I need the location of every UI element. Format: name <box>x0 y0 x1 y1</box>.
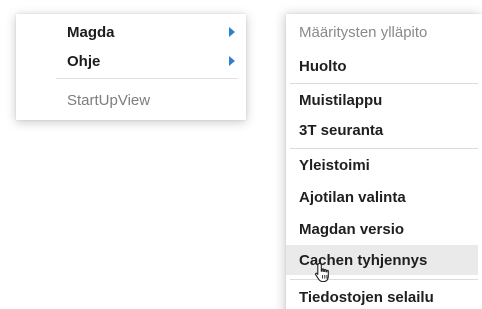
context-menu: Magda Ohje StartUpView <box>16 14 246 120</box>
menu-item-label: Magdan versio <box>299 220 405 238</box>
menu-item-label: Muistilappu <box>299 91 383 109</box>
submenu-item-maaritysten-yllapito[interactable]: Määritysten ylläpito <box>286 17 478 47</box>
menu-item-label: Magda <box>67 23 115 41</box>
menu-divider <box>290 83 478 84</box>
menu-divider <box>290 279 478 280</box>
submenu-item-tiedostojen-selailu[interactable]: Tiedostojen selailu <box>286 282 478 309</box>
menu-item-label: Cachen tyhjennys <box>299 251 428 269</box>
menu-item-label: Määritysten ylläpito <box>299 23 428 41</box>
submenu-arrow-icon <box>229 27 235 37</box>
menu-item-ohje[interactable]: Ohje <box>16 47 246 75</box>
menu-item-startupview[interactable]: StartUpView <box>16 86 246 114</box>
submenu-item-ajotilan-valinta[interactable]: Ajotilan valinta <box>286 182 478 212</box>
menu-item-label: Ohje <box>67 52 101 70</box>
menu-item-label: StartUpView <box>67 91 151 109</box>
submenu-item-yleistoimi[interactable]: Yleistoimi <box>286 150 478 180</box>
menu-item-label: Yleistoimi <box>299 156 370 174</box>
submenu-item-cachen-tyhjennys[interactable]: Cachen tyhjennys <box>286 245 478 275</box>
menu-item-label: Huolto <box>299 57 347 75</box>
submenu: Määritysten ylläpito Huolto Muistilappu … <box>286 14 482 309</box>
screen: Magda Ohje StartUpView Määritysten ylläp… <box>0 0 482 309</box>
submenu-item-muistilappu[interactable]: Muistilappu <box>286 85 478 115</box>
menu-item-label: Ajotilan valinta <box>299 188 406 206</box>
menu-item-magda[interactable]: Magda <box>16 18 246 46</box>
submenu-item-magdan-versio[interactable]: Magdan versio <box>286 214 478 244</box>
menu-divider <box>56 78 238 79</box>
submenu-item-3t-seuranta[interactable]: 3T seuranta <box>286 115 478 145</box>
menu-item-label: Tiedostojen selailu <box>299 288 434 306</box>
submenu-item-huolto[interactable]: Huolto <box>286 51 478 81</box>
menu-divider <box>290 148 478 149</box>
menu-item-label: 3T seuranta <box>299 121 384 139</box>
submenu-arrow-icon <box>229 56 235 66</box>
